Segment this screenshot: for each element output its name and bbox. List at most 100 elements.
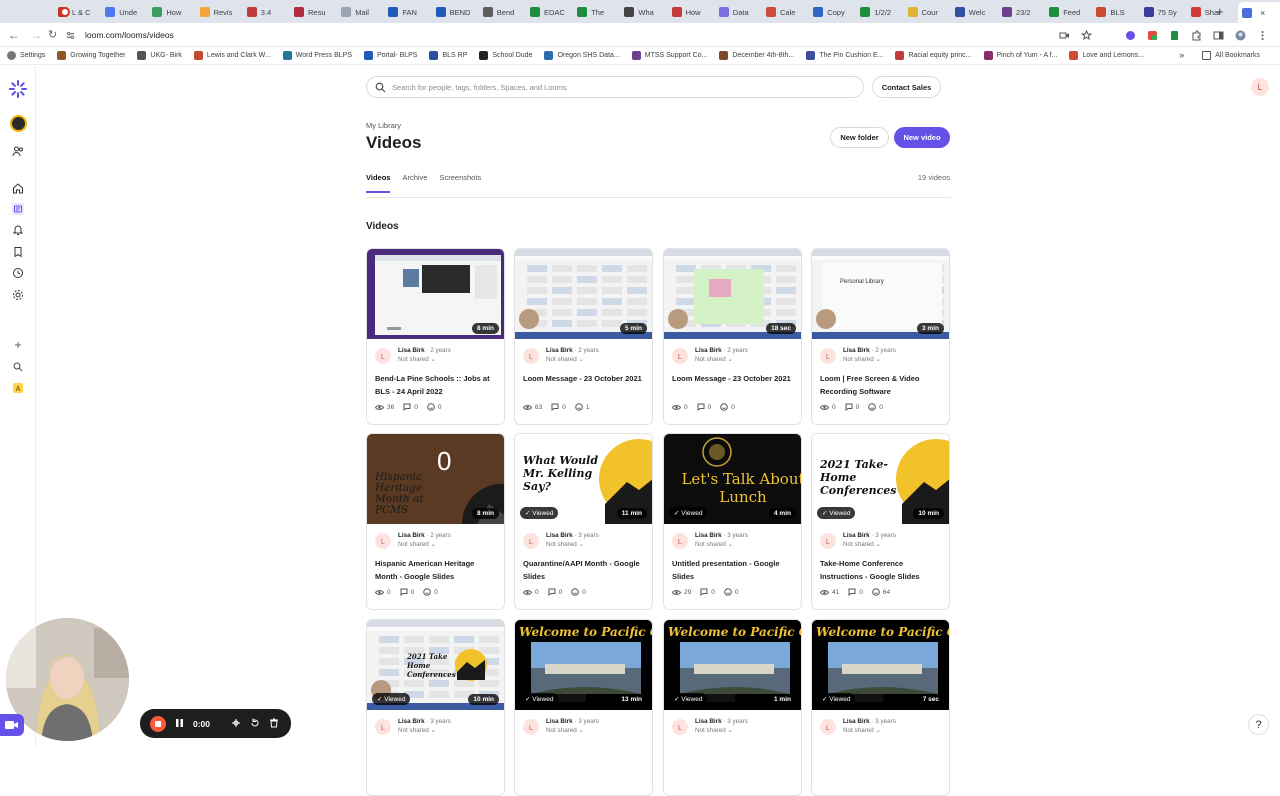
browser-tab[interactable]: Data — [718, 3, 764, 21]
loom-logo-icon[interactable] — [8, 79, 28, 99]
author-name[interactable]: Lisa Birk — [546, 718, 573, 725]
bookmark-item[interactable]: School Dude — [479, 51, 532, 60]
browser-tab[interactable]: BEND — [435, 3, 481, 21]
new-tab-button[interactable]: + — [1216, 4, 1224, 19]
bookmark-item[interactable]: BLS RP — [429, 51, 467, 60]
chevron-down-icon[interactable]: ⌄ — [431, 356, 436, 363]
user-avatar[interactable]: L — [1251, 78, 1269, 96]
history-clock-icon[interactable] — [12, 267, 24, 279]
browser-tab[interactable]: 75 Sy — [1143, 3, 1189, 21]
video-card[interactable]: Welcome to Pacific Crest 1 min ✓ Viewed L Li… — [663, 619, 802, 796]
video-card[interactable]: 5 min L Lisa Birk · 2 years Not shared ⌄ Loo… — [514, 248, 653, 425]
help-button[interactable]: ? — [1248, 714, 1269, 735]
bookmark-item[interactable]: Lewis and Clark W... — [193, 51, 271, 60]
new-folder-button[interactable]: New folder — [830, 127, 889, 148]
share-status[interactable]: Not shared — [398, 541, 429, 548]
extensions-puzzle-icon[interactable] — [1191, 28, 1202, 41]
drawing-tools-icon[interactable] — [231, 718, 241, 730]
bookmark-star-icon[interactable] — [1080, 28, 1093, 41]
author-name[interactable]: Lisa Birk — [546, 347, 573, 354]
browser-tab[interactable]: BLS — [1096, 3, 1141, 21]
video-title[interactable]: Take-Home Conference Instructions - Goog… — [820, 558, 942, 583]
author-avatar[interactable]: L — [375, 348, 391, 364]
chevron-down-icon[interactable]: ⌄ — [579, 541, 584, 548]
browser-tab[interactable]: Wha — [624, 3, 669, 21]
bookmark-item[interactable]: Settings — [7, 51, 45, 60]
video-card[interactable]: Hispanic Heritage Month at PCMS 0 8 min L Li… — [366, 433, 505, 610]
breadcrumb[interactable]: My Library — [366, 121, 401, 130]
author-name[interactable]: Lisa Birk — [398, 532, 425, 539]
video-thumbnail[interactable]: What Would Mr. Kelling Say? 11 min ✓ Viewe… — [515, 434, 652, 524]
tab-videos[interactable]: Videos — [366, 173, 391, 193]
author-avatar[interactable]: L — [523, 719, 539, 735]
browser-tab[interactable]: Cour — [907, 3, 953, 21]
browser-menu-icon[interactable] — [1257, 28, 1268, 40]
browser-tab[interactable]: FAN — [388, 3, 433, 21]
author-avatar[interactable]: L — [375, 719, 391, 735]
browser-tab[interactable]: Mail — [341, 3, 386, 21]
camera-icon[interactable] — [1059, 28, 1070, 39]
browser-tab[interactable]: Resu — [294, 3, 339, 21]
browser-tab[interactable]: 3.4 — [246, 3, 292, 21]
extension-badge-icon[interactable] — [1147, 28, 1158, 40]
workspace-avatar[interactable] — [10, 115, 27, 132]
author-avatar[interactable]: L — [523, 348, 539, 364]
share-status[interactable]: Not shared — [546, 356, 577, 363]
bookmark-item[interactable]: Oregon SHS Data... — [544, 51, 620, 60]
browser-tab[interactable]: 1/2/2 — [860, 3, 905, 21]
search-bar[interactable] — [366, 76, 864, 98]
stop-recording-button[interactable] — [150, 715, 166, 732]
tab-archive[interactable]: Archive — [402, 173, 427, 193]
video-thumbnail[interactable]: 2021 Take Home Conferences 10 min ✓ Viewed — [367, 620, 504, 710]
author-avatar[interactable]: L — [820, 348, 836, 364]
bookmark-item[interactable]: UKG- Birk — [137, 51, 182, 60]
search-icon[interactable] — [12, 361, 24, 373]
share-status[interactable]: Not shared — [843, 727, 874, 734]
video-thumbnail[interactable]: Personal Library 3 min — [812, 249, 949, 339]
video-title[interactable]: Bend-La Pine Schools :: Jobs at BLS - 24… — [375, 373, 497, 398]
side-panel-icon[interactable] — [1213, 28, 1224, 40]
more-bookmarks-icon[interactable]: » — [1179, 50, 1184, 60]
browser-tab[interactable]: Cale — [766, 3, 811, 21]
video-card[interactable]: Welcome to Pacific Crest 13 min ✓ Viewed LL… — [514, 619, 653, 796]
author-name[interactable]: Lisa Birk — [695, 718, 722, 725]
bookmark-icon[interactable] — [12, 246, 24, 258]
chevron-down-icon[interactable]: ⌄ — [728, 356, 733, 363]
share-status[interactable]: Not shared — [398, 727, 429, 734]
video-card[interactable]: Let's Talk About Lunch 4 min ✓ Viewed L Lisa… — [663, 433, 802, 610]
browser-tab[interactable]: EDAC — [530, 3, 575, 21]
video-thumbnail[interactable]: Welcome to Pacific Crest 7 sec ✓ Viewed — [812, 620, 949, 710]
bookmark-item[interactable]: Racial equity princ... — [895, 51, 972, 60]
chevron-down-icon[interactable]: ⌄ — [728, 727, 733, 734]
chevron-down-icon[interactable]: ⌄ — [876, 727, 881, 734]
share-status[interactable]: Not shared — [695, 541, 726, 548]
account-badge-icon[interactable]: A — [12, 382, 24, 394]
author-avatar[interactable]: L — [375, 533, 391, 549]
video-thumbnail[interactable]: 8 min — [367, 249, 504, 339]
chevron-down-icon[interactable]: ⌄ — [728, 541, 733, 548]
reload-icon[interactable]: ↻ — [48, 28, 57, 41]
chevron-down-icon[interactable]: ⌄ — [431, 727, 436, 734]
contact-sales-button[interactable]: Contact Sales — [872, 76, 941, 98]
share-status[interactable]: Not shared — [695, 356, 726, 363]
tab-screenshots[interactable]: Screenshots — [439, 173, 481, 193]
browser-tab[interactable]: Copy — [813, 3, 858, 21]
author-avatar[interactable]: L — [820, 719, 836, 735]
video-title[interactable]: Loom | Free Screen & Video Recording Sof… — [820, 373, 942, 398]
library-icon[interactable] — [12, 203, 24, 215]
settings-gear-icon[interactable] — [12, 289, 24, 301]
address-bar[interactable]: loom.com/looms/videos — [66, 25, 1126, 45]
author-avatar[interactable]: L — [672, 719, 688, 735]
forward-icon[interactable]: → — [30, 28, 42, 42]
browser-tab[interactable]: 23/2 — [1002, 3, 1047, 21]
share-status[interactable]: Not shared — [843, 356, 874, 363]
video-card[interactable]: 18 sec L Lisa Birk · 2 years Not shared ⌄ Lo… — [663, 248, 802, 425]
chevron-down-icon[interactable]: ⌄ — [876, 541, 881, 548]
loom-extension-icon[interactable] — [1125, 28, 1136, 40]
video-card[interactable]: 2021 Take Home Conferences 10 min ✓ Viewed… — [366, 619, 505, 796]
video-title[interactable]: Quarantine/AAPI Month - Google Slides — [523, 558, 645, 583]
author-avatar[interactable]: L — [820, 533, 836, 549]
bookmark-item[interactable]: Love and Lemons... — [1069, 51, 1144, 60]
video-title[interactable]: Hispanic American Heritage Month - Googl… — [375, 558, 497, 583]
all-bookmarks-folder[interactable]: All Bookmarks — [1202, 50, 1260, 60]
